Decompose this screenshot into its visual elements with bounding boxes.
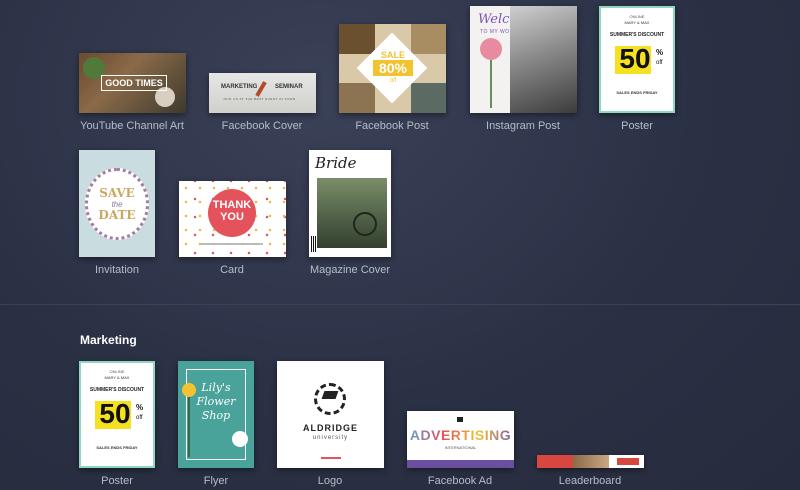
crown-icon bbox=[457, 417, 463, 422]
logo-red-line bbox=[321, 457, 341, 459]
facebook-post-thumbnail[interactable]: SALE 80% off bbox=[339, 24, 446, 113]
poster-headline: SUMMER'S DISCOUNT bbox=[609, 32, 665, 38]
logo-label[interactable]: Logo bbox=[318, 475, 342, 487]
poster-off: off bbox=[136, 415, 143, 421]
instagram-post-thumbnail[interactable]: Welcome TO MY WORLD bbox=[470, 6, 577, 113]
leaderboard-label[interactable]: Leaderboard bbox=[559, 475, 621, 487]
flyer-stem bbox=[188, 397, 190, 457]
poster-brand-text: MARY & MAX bbox=[624, 20, 650, 25]
logo-name: ALDRIDGE bbox=[303, 423, 358, 433]
magazine-photo bbox=[317, 178, 387, 248]
shoe-photo-3 bbox=[339, 83, 375, 113]
invitation-save-text: SAVE bbox=[99, 186, 135, 200]
facebook-ad-thumbnail[interactable]: ADVERTISING INTERNATIONAL bbox=[407, 411, 514, 468]
magazine-cover-label[interactable]: Magazine Cover bbox=[310, 264, 390, 276]
poster-top-text: ONLINE bbox=[629, 14, 645, 19]
facebook-cover-label[interactable]: Facebook Cover bbox=[222, 120, 303, 132]
youtube-banner-text: GOOD TIMES bbox=[101, 75, 167, 91]
poster-percent: % bbox=[656, 48, 664, 57]
portrait-photo bbox=[510, 6, 577, 113]
leaderboard-photo bbox=[573, 455, 609, 468]
facebook-cover-right-text: SEMINAR bbox=[275, 84, 303, 90]
poster-off: off bbox=[656, 60, 663, 66]
card-you-text: YOU bbox=[220, 211, 244, 223]
facebook-cover-thumbnail[interactable]: MARKETING SEMINAR JOIN US AT THE BEST EV… bbox=[209, 73, 316, 113]
flower-stem bbox=[490, 60, 492, 108]
shoe-photo-4 bbox=[411, 83, 446, 113]
poster-footer: SALES ENDS FRIDAY bbox=[96, 445, 138, 450]
logo-subtext: university bbox=[312, 435, 349, 441]
poster-footer: SALES ENDS FRIDAY bbox=[616, 90, 658, 95]
poster-thumbnail[interactable]: ONLINE MARY & MAX SUMMER'S DISCOUNT 50 %… bbox=[599, 6, 675, 113]
facebook-cover-left-text: MARKETING bbox=[221, 84, 258, 90]
facebook-ad-bar bbox=[407, 460, 514, 468]
card-message-line bbox=[201, 243, 263, 245]
white-flower-decoration bbox=[232, 431, 248, 447]
flower-decoration bbox=[480, 38, 502, 60]
yellow-flower-decoration bbox=[182, 383, 196, 397]
facebook-ad-word: ADVERTISING bbox=[407, 427, 514, 443]
sale-percent: 80% bbox=[373, 60, 413, 76]
shoe-photo-2 bbox=[411, 24, 446, 54]
magazine-cover-thumbnail[interactable]: Bride bbox=[309, 150, 391, 257]
poster-big-number: 50 bbox=[619, 43, 651, 74]
shoe-photo-1 bbox=[339, 24, 375, 54]
leaderboard-button bbox=[617, 458, 639, 465]
poster-headline: SUMMER'S DISCOUNT bbox=[89, 387, 145, 393]
flyer-thumbnail[interactable]: Lily's Flower Shop bbox=[178, 361, 254, 468]
poster-label[interactable]: Poster bbox=[621, 120, 653, 132]
poster-percent: % bbox=[136, 403, 144, 412]
facebook-ad-subtext: INTERNATIONAL bbox=[444, 445, 477, 450]
magazine-title: Bride bbox=[315, 154, 357, 172]
facebook-post-label[interactable]: Facebook Post bbox=[355, 120, 428, 132]
bicycle-wheel bbox=[353, 212, 377, 236]
sale-off-text: off bbox=[389, 78, 397, 84]
instagram-post-label[interactable]: Instagram Post bbox=[486, 120, 560, 132]
facebook-ad-label[interactable]: Facebook Ad bbox=[428, 475, 492, 487]
marketing-section-title: Marketing bbox=[80, 333, 137, 347]
invitation-thumbnail[interactable]: SAVE the DATE bbox=[79, 150, 155, 257]
poster-big-number: 50 bbox=[99, 398, 131, 429]
sale-text: SALE bbox=[380, 50, 405, 60]
logo-thumbnail[interactable]: ALDRIDGE university bbox=[277, 361, 384, 468]
card-thank-text: THANK bbox=[212, 199, 252, 211]
card-thumbnail[interactable]: THANK YOU bbox=[179, 181, 286, 257]
barcode bbox=[311, 236, 317, 252]
laurel-icon bbox=[314, 383, 346, 415]
marketing-poster-thumbnail[interactable]: ONLINE MARY & MAX SUMMER'S DISCOUNT 50 %… bbox=[79, 361, 155, 468]
card-label[interactable]: Card bbox=[220, 264, 244, 276]
youtube-channel-art-label[interactable]: YouTube Channel Art bbox=[80, 120, 184, 132]
poster-top-text: ONLINE bbox=[109, 369, 125, 374]
facebook-cover-subtext: JOIN US AT THE BEST EVENT IN TOWN bbox=[223, 97, 296, 101]
section-divider bbox=[0, 304, 800, 305]
leaderboard-thumbnail[interactable] bbox=[537, 455, 644, 468]
flyer-label[interactable]: Flyer bbox=[204, 475, 228, 487]
invitation-label[interactable]: Invitation bbox=[95, 264, 139, 276]
marketing-poster-label[interactable]: Poster bbox=[101, 475, 133, 487]
poster-brand-text: MARY & MAX bbox=[104, 375, 130, 380]
invitation-date-text: DATE bbox=[98, 208, 136, 222]
youtube-channel-art-thumbnail[interactable]: GOOD TIMES bbox=[79, 53, 186, 113]
leaderboard-red-section bbox=[537, 455, 573, 468]
graduation-cap-icon bbox=[321, 391, 339, 399]
